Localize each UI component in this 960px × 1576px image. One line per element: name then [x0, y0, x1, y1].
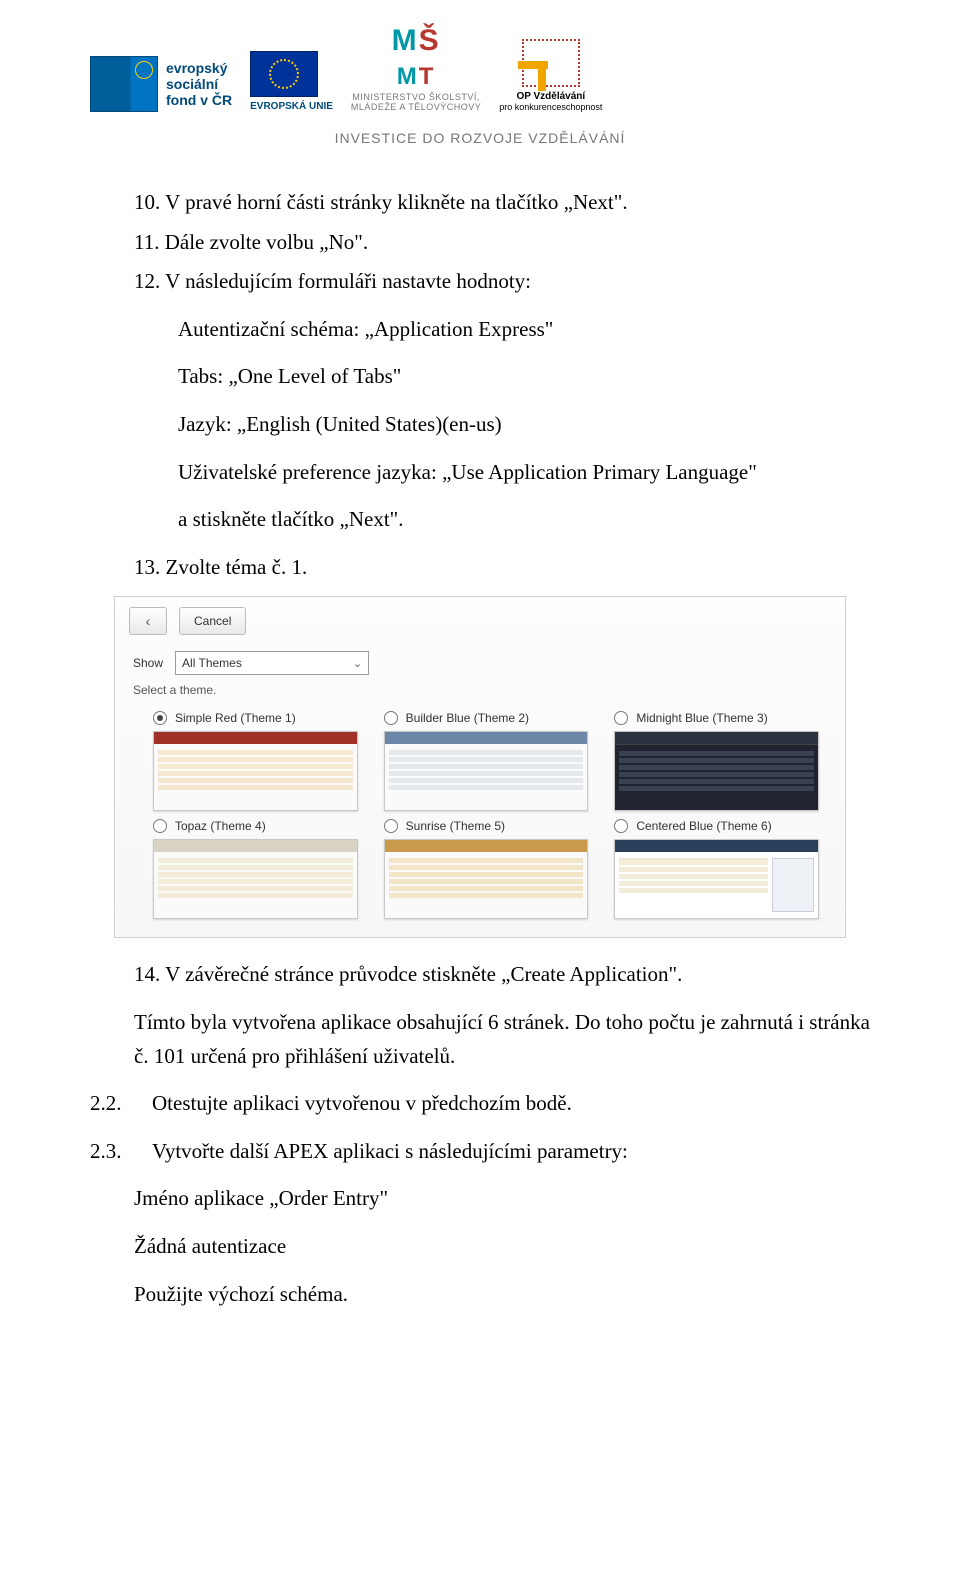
section-2-2: 2.2. Otestujte aplikaci vytvořenou v pře…	[90, 1087, 870, 1121]
theme-option-5[interactable]: Sunrise (Theme 5)	[384, 819, 587, 919]
section-2-3-appname: Jméno aplikace „Order Entry"	[90, 1182, 870, 1216]
opvk-shape-icon	[522, 39, 580, 87]
radio-icon	[614, 819, 628, 833]
opvk-line1: OP Vzdělávání	[499, 91, 602, 102]
section-2-3: 2.3. Vytvořte další APEX aplikaci s násl…	[90, 1135, 870, 1169]
show-label: Show	[133, 656, 163, 670]
step-11: 11. Dále zvolte volbu „No".	[90, 226, 870, 260]
section-number: 2.3.	[90, 1135, 134, 1169]
step-12-tabs: Tabs: „One Level of Tabs"	[90, 360, 870, 394]
step-13: 13. Zvolte téma č. 1.	[90, 551, 870, 585]
eu-flag-icon	[250, 51, 318, 97]
section-2-3-noauth: Žádná autentizace	[90, 1230, 870, 1264]
show-row: Show All Themes	[115, 645, 845, 679]
after-step-14-note: Tímto byla vytvořena aplikace obsahující…	[90, 1006, 870, 1073]
theme-thumbnail	[153, 731, 358, 811]
theme-option-3[interactable]: Midnight Blue (Theme 3)	[614, 711, 817, 811]
theme-thumbnail	[384, 731, 589, 811]
esf-flag-icon	[90, 56, 158, 112]
step-12-next: a stiskněte tlačítko „Next".	[90, 503, 870, 537]
theme-label: Simple Red (Theme 1)	[175, 711, 296, 725]
section-text: Vytvořte další APEX aplikaci s následují…	[152, 1135, 628, 1169]
msmt-logo: MŠMT MINISTERSTVO ŠKOLSTVÍ, MLÁDEŽE A TĚ…	[351, 24, 481, 112]
banner-text: INVESTICE DO ROZVOJE VZDĚLÁVÁNÍ	[90, 130, 870, 146]
funding-logos-row: evropský sociální fond v ČR EVROPSKÁ UNI…	[90, 0, 870, 122]
radio-icon	[614, 711, 628, 725]
step-10: 10. V pravé horní části stránky klikněte…	[90, 186, 870, 220]
esf-line1: evropský	[166, 60, 232, 76]
theme-label: Sunrise (Theme 5)	[406, 819, 505, 833]
theme-option-2[interactable]: Builder Blue (Theme 2)	[384, 711, 587, 811]
theme-option-6[interactable]: Centered Blue (Theme 6)	[614, 819, 817, 919]
theme-label: Topaz (Theme 4)	[175, 819, 266, 833]
theme-label: Midnight Blue (Theme 3)	[636, 711, 767, 725]
section-text: Otestujte aplikaci vytvořenou v předchoz…	[152, 1087, 572, 1121]
msmt-sub1: MINISTERSTVO ŠKOLSTVÍ,	[351, 92, 481, 102]
opvk-line2: pro konkurenceschopnost	[499, 102, 602, 112]
section-2-3-schema: Použijte výchozí schéma.	[90, 1278, 870, 1312]
step-12-schema: Autentizační schéma: „Application Expres…	[90, 313, 870, 347]
esf-line3: fond v ČR	[166, 92, 232, 108]
msmt-sub2: MLÁDEŽE A TĚLOVÝCHOVY	[351, 102, 481, 112]
theme-thumbnail	[614, 839, 819, 919]
theme-selection-screenshot: ‹ Cancel Show All Themes Select a theme.…	[114, 596, 846, 938]
chevron-left-icon: ‹	[146, 613, 151, 629]
radio-icon	[153, 711, 167, 725]
esf-text: evropský sociální fond v ČR	[166, 60, 232, 108]
section-number: 2.2.	[90, 1087, 134, 1121]
theme-option-4[interactable]: Topaz (Theme 4)	[153, 819, 356, 919]
theme-thumbnail	[153, 839, 358, 919]
cancel-button[interactable]: Cancel	[179, 607, 246, 635]
back-button[interactable]: ‹	[129, 607, 167, 635]
theme-label: Centered Blue (Theme 6)	[636, 819, 771, 833]
radio-icon	[384, 711, 398, 725]
step-12-lang: Jazyk: „English (United States)(en-us)	[90, 408, 870, 442]
step-12: 12. V následujícím formuláři nastavte ho…	[90, 265, 870, 299]
theme-thumbnail	[384, 839, 589, 919]
eu-label: EVROPSKÁ UNIE	[250, 101, 333, 112]
screenshot-toolbar: ‹ Cancel	[115, 597, 845, 645]
step-14: 14. V závěrečné stránce průvodce stiskně…	[90, 958, 870, 992]
theme-grid: Simple Red (Theme 1) Builder Blue (Theme…	[115, 705, 845, 937]
show-select[interactable]: All Themes	[175, 651, 369, 675]
esf-logo: evropský sociální fond v ČR	[90, 56, 232, 112]
theme-label: Builder Blue (Theme 2)	[406, 711, 529, 725]
msmt-mark: MŠMT	[351, 24, 481, 92]
theme-thumbnail	[614, 731, 819, 811]
opvk-logo: OP Vzdělávání pro konkurenceschopnost	[499, 39, 602, 112]
step-12-pref: Uživatelské preference jazyka: „Use Appl…	[90, 456, 870, 490]
radio-icon	[384, 819, 398, 833]
theme-option-1[interactable]: Simple Red (Theme 1)	[153, 711, 356, 811]
radio-icon	[153, 819, 167, 833]
select-theme-label: Select a theme.	[115, 679, 845, 705]
eu-logo: EVROPSKÁ UNIE	[250, 51, 333, 112]
esf-line2: sociální	[166, 76, 232, 92]
show-select-value: All Themes	[182, 656, 242, 670]
